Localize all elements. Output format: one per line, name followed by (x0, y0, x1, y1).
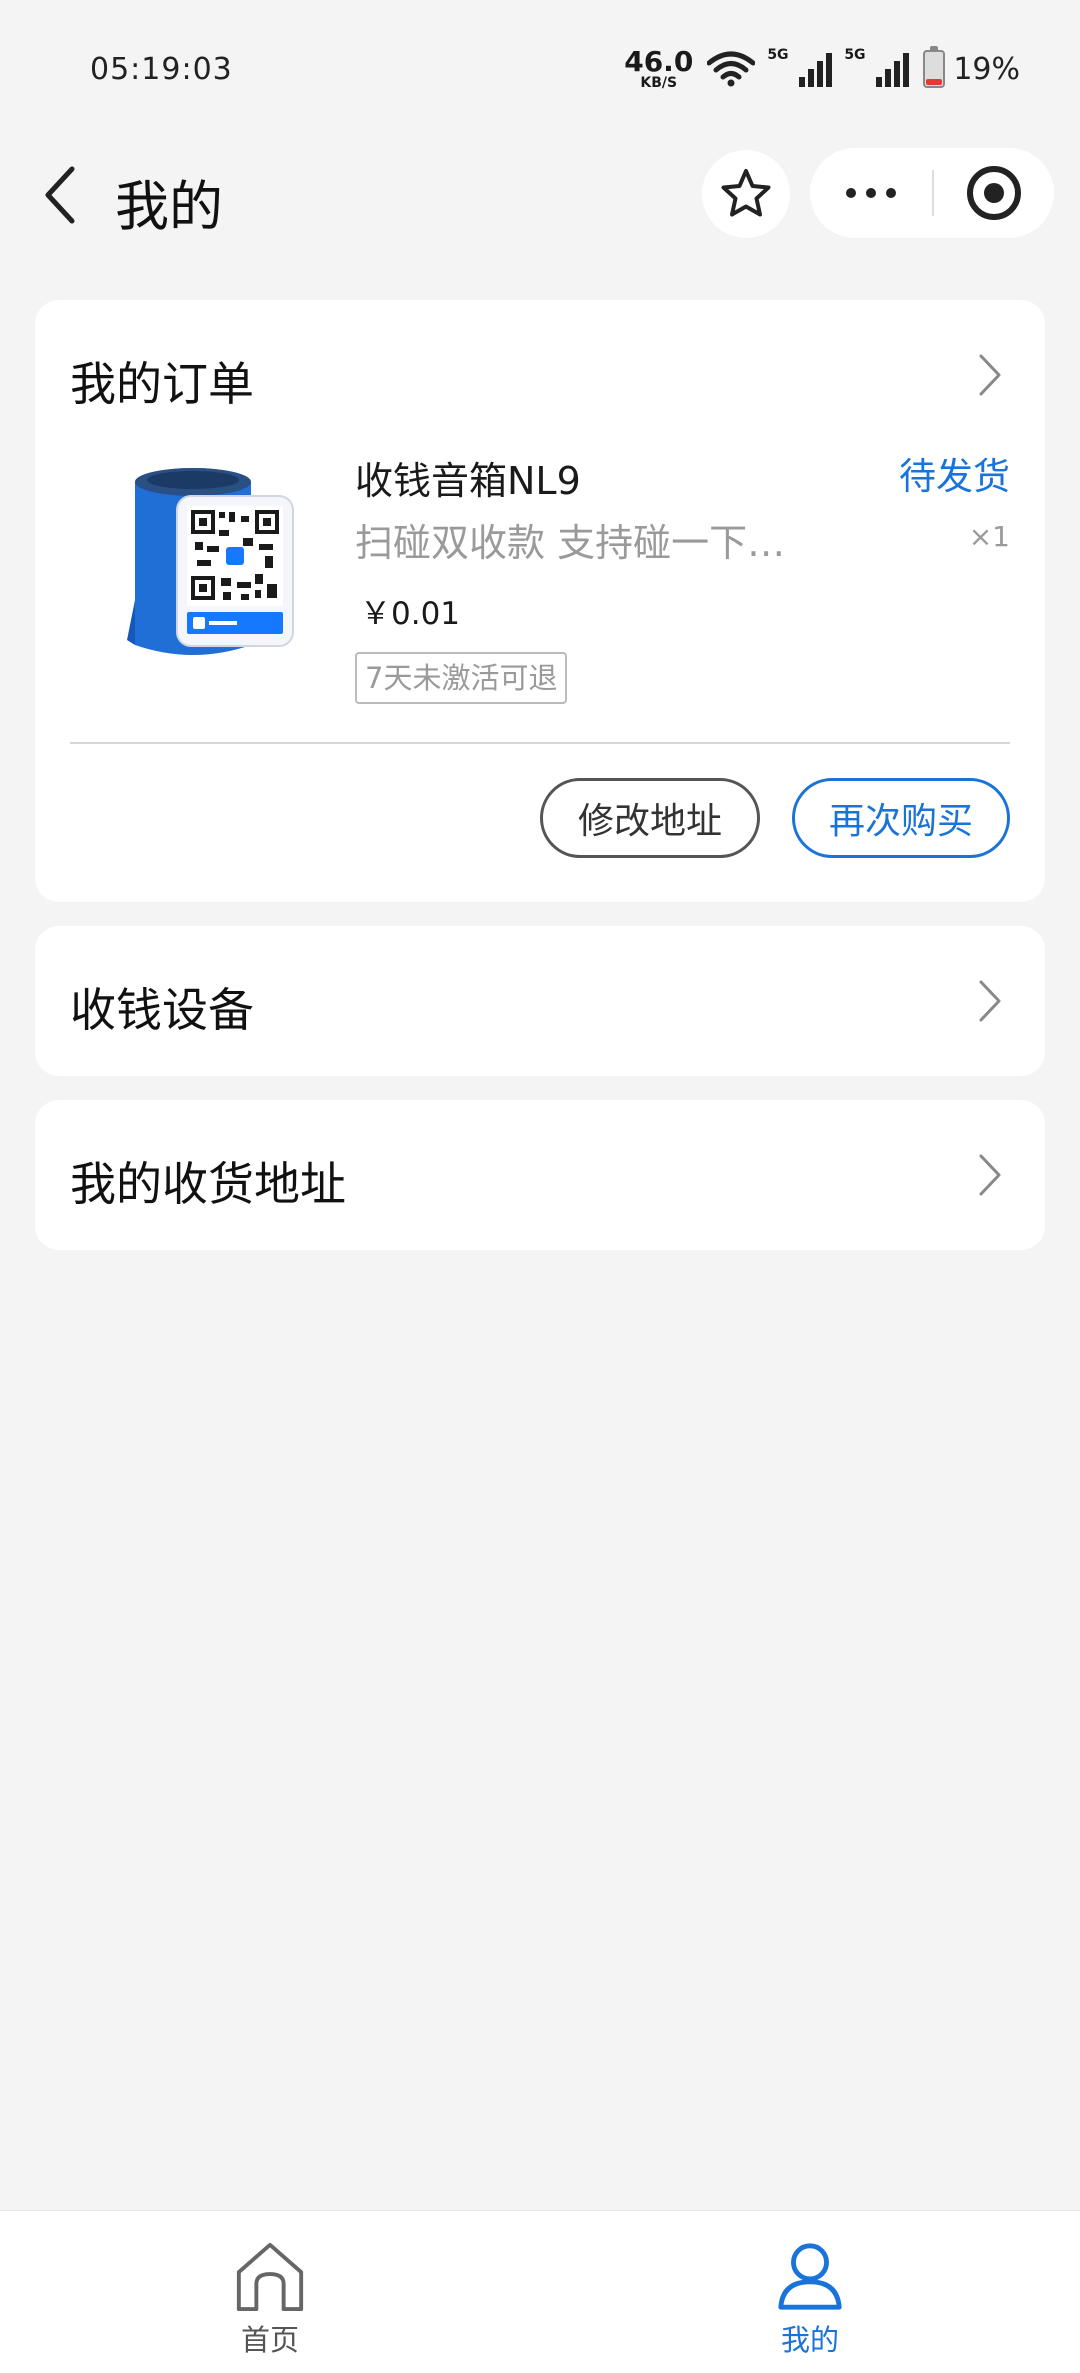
chevron-right-icon (979, 980, 1001, 1022)
target-circle-icon (967, 166, 1021, 220)
network-speed-unit: KB/S (640, 75, 678, 91)
network-speed-value: 46.0 (624, 45, 694, 78)
product-image[interactable] (105, 460, 305, 670)
more-dots-icon (866, 188, 876, 198)
tab-mine-label: 我的 (780, 2323, 839, 2357)
network-speed: 46.0 KB/S (624, 45, 694, 91)
signal-label: 5G (844, 47, 866, 63)
tab-home[interactable]: 首页 (190, 2239, 350, 2359)
shipping-address-title: 我的收货地址 (70, 1157, 346, 1211)
back-button[interactable] (30, 160, 90, 230)
status-bar: 05:19:03 46.0 KB/S 5G 5G 19% (0, 0, 1080, 140)
page-title: 我的 (115, 175, 223, 238)
chevron-right-icon (979, 354, 1001, 396)
product-price: ￥0.01 (360, 596, 461, 632)
order-status: 待发货 (899, 455, 1010, 498)
favorite-button[interactable] (702, 150, 790, 238)
buy-again-button[interactable]: 再次购买 (792, 778, 1010, 858)
star-icon (721, 169, 771, 217)
tab-home-label: 首页 (240, 2323, 299, 2357)
refund-policy-tag: 7天未激活可退 (355, 652, 568, 704)
change-address-button[interactable]: 修改地址 (540, 778, 760, 858)
battery-indicator: 19% (923, 46, 1020, 88)
wifi-icon (707, 51, 756, 87)
status-time: 05:19:03 (90, 52, 233, 87)
order-card: 我的订单 收钱音箱NL9 待发货 扫碰双收款 支持碰一下… ×1 ￥0.01 7… (35, 300, 1045, 902)
shipping-address-row[interactable]: 我的收货地址 (35, 1100, 1045, 1250)
cell-signal-icon: 5G (844, 47, 910, 87)
user-icon (778, 2243, 842, 2310)
more-button[interactable] (810, 148, 932, 238)
miniapp-capsule (810, 148, 1054, 238)
divider (70, 742, 1010, 744)
status-icons: 46.0 KB/S 5G 5G 19% (624, 45, 1020, 91)
product-quantity: ×1 (968, 520, 1010, 553)
battery-percent: 19% (953, 51, 1020, 87)
tab-mine[interactable]: 我的 (730, 2239, 890, 2359)
navigation-bar: 我的 (0, 140, 1080, 250)
chevron-left-icon (45, 166, 75, 224)
product-description: 扫碰双收款 支持碰一下… (355, 521, 786, 565)
product-name[interactable]: 收钱音箱NL9 (355, 450, 581, 505)
my-orders-header[interactable]: 我的订单 (35, 300, 1045, 450)
more-dots-icon (886, 188, 896, 198)
bottom-tab-bar: 首页 我的 (0, 2210, 1080, 2373)
home-icon (236, 2242, 304, 2312)
battery-icon (923, 46, 946, 88)
signal-label: 5G (767, 47, 789, 63)
chevron-right-icon (979, 1154, 1001, 1196)
payment-devices-row[interactable]: 收钱设备 (35, 926, 1045, 1076)
cell-signal-icon: 5G (767, 47, 833, 87)
my-orders-title: 我的订单 (70, 357, 254, 411)
more-dots-icon (846, 188, 856, 198)
payment-devices-title: 收钱设备 (70, 983, 254, 1037)
close-miniapp-button[interactable] (934, 148, 1054, 238)
